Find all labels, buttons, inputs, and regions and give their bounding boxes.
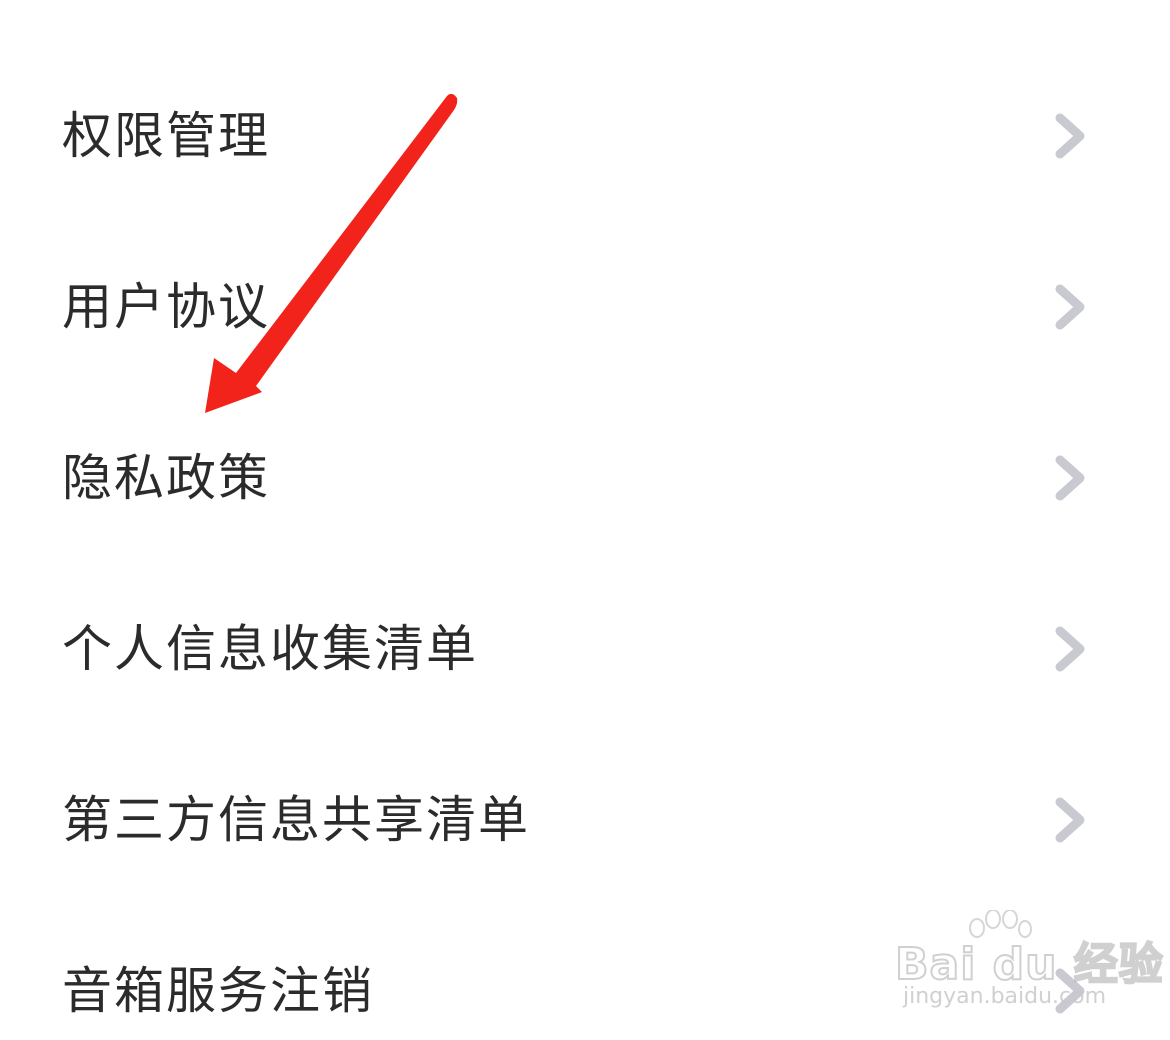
menu-item-label: 第三方信息共享清单 [62, 790, 530, 849]
chevron-right-icon [1052, 283, 1088, 331]
menu-item-label: 音箱服务注销 [62, 961, 374, 1020]
menu-item-third-party-sharing-list[interactable]: 第三方信息共享清单 [0, 734, 1170, 905]
menu-item-user-agreement[interactable]: 用户协议 [0, 221, 1170, 392]
chevron-right-icon [1052, 112, 1088, 160]
menu-item-label: 隐私政策 [62, 448, 270, 507]
chevron-right-icon [1052, 454, 1088, 502]
settings-menu-list: 权限管理 用户协议 隐私政策 个人信息收集清单 第三方信息共享清单 音箱服务注销 [0, 50, 1170, 1040]
chevron-right-icon [1052, 625, 1088, 673]
menu-item-label: 个人信息收集清单 [62, 619, 478, 678]
chevron-right-icon [1052, 967, 1088, 1015]
menu-item-label: 用户协议 [62, 277, 270, 336]
menu-item-privacy-policy[interactable]: 隐私政策 [0, 392, 1170, 563]
menu-item-personal-info-collection-list[interactable]: 个人信息收集清单 [0, 563, 1170, 734]
menu-item-permission-management[interactable]: 权限管理 [0, 50, 1170, 221]
menu-item-label: 权限管理 [62, 106, 270, 165]
chevron-right-icon [1052, 796, 1088, 844]
menu-item-speaker-service-deregistration[interactable]: 音箱服务注销 [0, 905, 1170, 1040]
